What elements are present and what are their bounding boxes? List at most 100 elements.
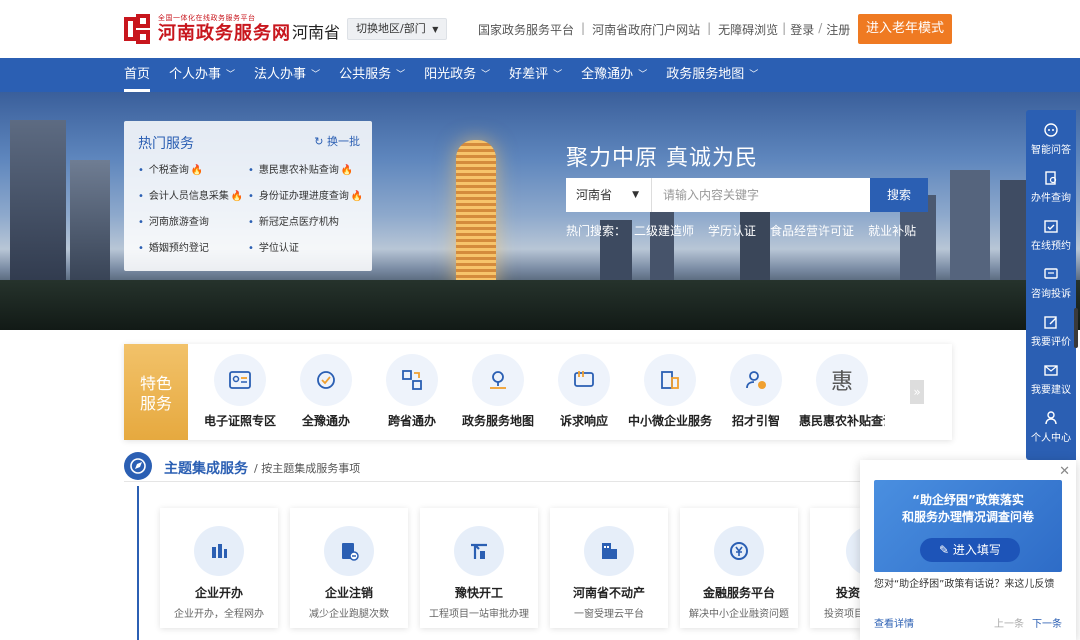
banner-building [950, 170, 990, 290]
sidebar-label: 在线预约 [1031, 241, 1071, 252]
hot-item-label: 个税查询 [148, 165, 189, 176]
theme-card-business-start[interactable]: 企业开办 企业开办，全程网办 [160, 508, 278, 628]
search-button[interactable]: 搜索 [870, 178, 928, 212]
current-region: 河南省 [292, 23, 341, 42]
theme-card-finance[interactable]: 金融服务平台 解决中小企业融资问题 [680, 508, 798, 628]
hot-search-term[interactable]: 食品经营许可证 [770, 222, 854, 239]
hot-service-item[interactable]: 惠民惠农补贴查询🔥 [248, 161, 353, 176]
search-region-select[interactable]: 河南省 ▼ [566, 178, 652, 212]
divider: | [581, 21, 586, 35]
hot-item-label: 惠民惠农补贴查询 [258, 165, 339, 176]
link-national-platform[interactable]: 国家政务服务平台 [478, 21, 574, 38]
survey-banner-image[interactable]: “助企纾困”政策落实 和服务办理情况调查问卷 ✎ 进入填写 [874, 480, 1062, 572]
feature-tag-line: 服务 [139, 394, 172, 413]
bar-building-icon [212, 544, 227, 558]
feature-label: 全豫通办 [301, 414, 350, 428]
hot-search-term[interactable]: 学历认证 [708, 222, 756, 239]
chevron-down-icon: ﹀ [311, 70, 321, 80]
hot-service-item[interactable]: 会计人员信息采集🔥 [138, 187, 243, 202]
user-badge-icon [746, 371, 766, 389]
card-title: 金融服务平台 [702, 586, 775, 600]
hot-item-label: 身份证办理进度查询 [258, 191, 349, 202]
feature-item-sme-service[interactable]: 中小微企业服务 [627, 354, 713, 429]
feature-item-cross-province[interactable]: 跨省通办 [369, 354, 455, 429]
card-description: 企业开办，全程网办 [174, 609, 264, 620]
banner-trees [0, 280, 1080, 330]
feature-next-button[interactable]: » [910, 380, 924, 404]
hot-service-item[interactable]: 身份证办理进度查询🔥 [248, 187, 363, 202]
chevron-down-icon: ﹀ [638, 70, 648, 80]
sidebar-item-complaint[interactable]: 咨询投诉 [1026, 266, 1076, 300]
banner-building [10, 120, 66, 290]
nav-home[interactable]: 首页 [124, 58, 151, 92]
search-region-value: 河南省 [576, 188, 613, 202]
elder-mode-button[interactable]: 进入老年模式 [858, 14, 952, 44]
feature-item-talent[interactable]: 招才引智 [713, 354, 799, 429]
hot-services-panel: 热门服务 ↻ 换一批 个税查询🔥 惠民惠农补贴查询🔥 会计人员信息采集🔥 身份证… [124, 121, 372, 271]
link-province-portal[interactable]: 河南省政府门户网站 [592, 21, 700, 38]
survey-banner-title: 和服务办理情况调查问卷 [901, 510, 1034, 524]
close-icon[interactable]: ✕ [1059, 464, 1070, 479]
sidebar-item-case-query[interactable]: 办件查询 [1026, 170, 1076, 204]
link-accessibility[interactable]: 无障碍浏览 [718, 21, 778, 38]
previous-link[interactable]: 上一条 [994, 615, 1024, 630]
hot-service-item[interactable]: 河南旅游查询 [138, 213, 209, 228]
hot-search-term[interactable]: 就业补贴 [868, 222, 916, 239]
sidebar-item-smart-qa[interactable]: 智能问答 [1026, 122, 1076, 156]
sidebar-item-evaluate[interactable]: 我要评价 [1026, 314, 1076, 348]
nav-legal-person[interactable]: 法人办事 ﹀ [254, 58, 320, 92]
feature-item-e-license[interactable]: 电子证照专区 [197, 354, 283, 429]
hot-service-item[interactable]: 新冠定点医疗机构 [248, 213, 339, 228]
theme-card-business-close[interactable]: 企业注销 减少企业跑腿次数 [290, 508, 408, 628]
site-logo[interactable]: 全国一体化在线政务服务平台 河南政务服务网 [124, 11, 291, 47]
feature-item-subsidy[interactable]: 惠 惠民惠农补贴查询 [799, 354, 885, 429]
view-detail-link[interactable]: 查看详情 [874, 615, 914, 630]
nav-open-government[interactable]: 阳光政务 ﹀ [424, 58, 490, 92]
sidebar-label: 智能问答 [1031, 145, 1071, 156]
card-title: 豫快开工 [454, 586, 503, 600]
refresh-label: 换一批 [327, 135, 360, 148]
nav-service-map[interactable]: 政务服务地图 ﹀ [666, 58, 758, 92]
register-link[interactable]: 注册 [826, 21, 850, 38]
nav-label: 首页 [124, 67, 151, 82]
nav-rating[interactable]: 好差评 ﹀ [509, 58, 562, 92]
theme-card-construction[interactable]: 豫快开工 工程项目一站审批办理 [420, 508, 538, 628]
refresh-button[interactable]: ↻ 换一批 [314, 133, 360, 149]
chat-bot-icon [1044, 123, 1058, 137]
caret-down-icon: ▼ [432, 25, 439, 34]
caret-down-icon: ▼ [632, 190, 639, 200]
theme-card-real-estate[interactable]: 河南省不动产 一窗受理云平台 [550, 508, 668, 628]
survey-banner-title: “助企纾困”政策落实 [912, 493, 1024, 507]
crane-icon [471, 543, 487, 559]
sidebar-item-personal-center[interactable]: 个人中心 [1026, 410, 1076, 444]
sidebar-item-suggest[interactable]: 我要建议 [1026, 362, 1076, 396]
feature-item-service-map[interactable]: 政务服务地图 [455, 354, 541, 429]
theme-section-header: 主题集成服务 / 按主题集成服务事项 [124, 452, 952, 482]
fill-survey-button[interactable]: ✎ 进入填写 [920, 538, 1020, 562]
feature-services: 特色 服务 电子证照专区 全豫通办 跨省通办 政务服务地图 诉求响应 中小微企业… [124, 344, 952, 440]
login-link[interactable]: 登录 [790, 21, 814, 38]
hot-service-item[interactable]: 个税查询🔥 [138, 161, 203, 176]
feature-item-appeal[interactable]: 诉求响应 [541, 354, 627, 429]
next-link[interactable]: 下一条 [1032, 615, 1062, 630]
theme-card-investment[interactable]: 投资 投资项目 [810, 508, 860, 628]
hot-service-item[interactable]: 学位认证 [248, 239, 299, 254]
nav-public-service[interactable]: 公共服务 ﹀ [339, 58, 405, 92]
fire-icon: 🔥 [350, 191, 364, 202]
hot-search-terms: 热门搜索： 二级建造师 学历认证 食品经营许可证 就业补贴 [566, 222, 930, 239]
feature-item-province-wide[interactable]: 全豫通办 [283, 354, 369, 429]
divider: / [818, 21, 823, 35]
search-input[interactable] [653, 178, 869, 212]
chevron-down-icon: ﹀ [749, 70, 759, 80]
sidebar-item-appointment[interactable]: 在线预约 [1026, 218, 1076, 252]
feature-label: 诉求响应 [559, 414, 608, 428]
hot-search-label: 热门搜索： [566, 224, 627, 238]
nav-label: 全豫通办 [581, 67, 634, 82]
hot-service-item[interactable]: 婚姻预约登记 [138, 239, 209, 254]
nav-province-wide[interactable]: 全豫通办 ﹀ [581, 58, 647, 92]
hot-search-term[interactable]: 二级建造师 [634, 222, 694, 239]
switch-region-button[interactable]: 切换地区/部门 ▼ [347, 18, 448, 40]
card-description: 工程项目一站审批办理 [429, 609, 529, 620]
nav-personal[interactable]: 个人办事 ﹀ [169, 58, 235, 92]
page-scrollbar-thumb[interactable] [1074, 308, 1078, 348]
